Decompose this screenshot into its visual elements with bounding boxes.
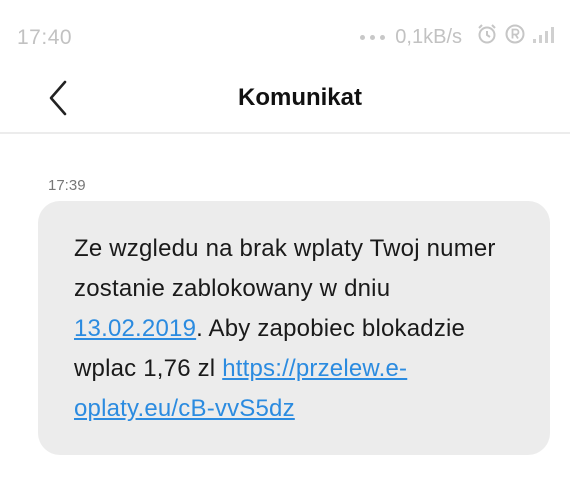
page-title: Komunikat	[237, 84, 362, 111]
status-indicators: 0,1kB/s	[360, 23, 556, 51]
network-speed: 0,1kB/s	[395, 25, 462, 48]
message-text-part1: Ze wzgledu na brak wplaty Twoj numer zos…	[74, 235, 496, 302]
sms-screen: 17:40 0,1kB/s Komunikat 17:39 Ze wzgledu…	[0, 0, 570, 481]
more-dots-icon	[360, 34, 386, 40]
message-bubble[interactable]: Ze wzgledu na brak wplaty Twoj numer zos…	[38, 201, 550, 455]
message-text: Ze wzgledu na brak wplaty Twoj numer zos…	[74, 229, 526, 429]
header-divider	[0, 132, 570, 134]
date-link[interactable]: 13.02.2019	[74, 315, 196, 342]
alarm-icon	[476, 23, 498, 51]
signal-icon	[532, 24, 556, 50]
r-badge-icon	[504, 23, 526, 51]
conversation-header: Komunikat	[0, 64, 570, 132]
status-bar: 17:40 0,1kB/s	[0, 0, 570, 64]
message-timestamp: 17:39	[48, 177, 86, 194]
status-time: 17:40	[17, 26, 73, 49]
